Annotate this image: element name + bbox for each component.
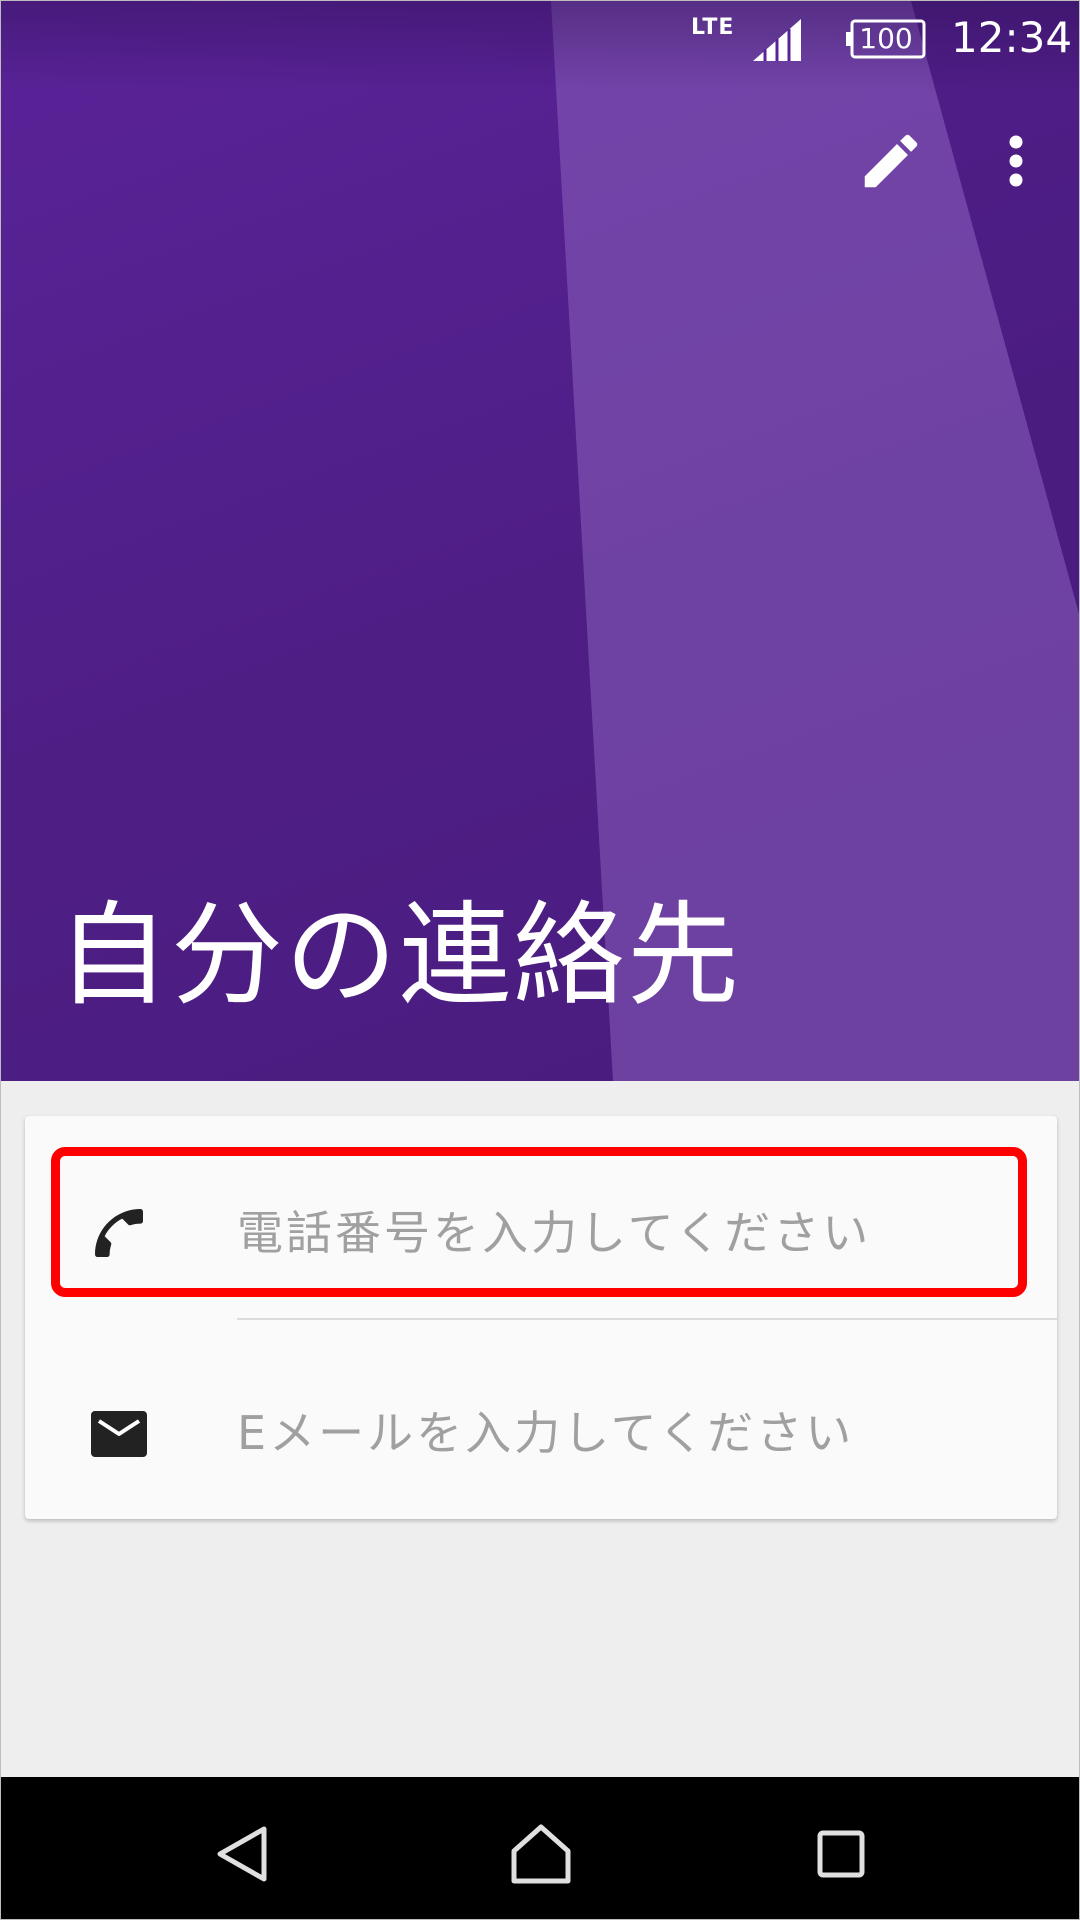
back-triangle-icon[interactable] — [206, 1819, 276, 1889]
screen: LTE 100 12:34 自分の連絡先 — [0, 0, 1080, 1920]
mail-icon — [91, 1411, 147, 1457]
profile-header: LTE 100 12:34 自分の連絡先 — [1, 1, 1079, 1081]
page-title: 自分の連絡先 — [57, 891, 741, 1021]
home-icon[interactable] — [506, 1819, 576, 1889]
phone-field-highlight — [51, 1147, 1027, 1297]
more-vert-icon[interactable] — [991, 126, 1041, 196]
status-bar: LTE 100 12:34 — [1, 1, 1079, 76]
navigation-bar — [1, 1777, 1079, 1919]
clock: 12:34 — [951, 13, 1073, 62]
battery-level: 100 — [859, 22, 913, 55]
email-field[interactable] — [237, 1398, 1017, 1468]
network-type: LTE — [691, 15, 735, 40]
pencil-icon[interactable] — [856, 126, 926, 196]
email-row[interactable] — [25, 1316, 1057, 1516]
signal-icon — [753, 19, 801, 61]
recent-apps-icon[interactable] — [806, 1819, 876, 1889]
